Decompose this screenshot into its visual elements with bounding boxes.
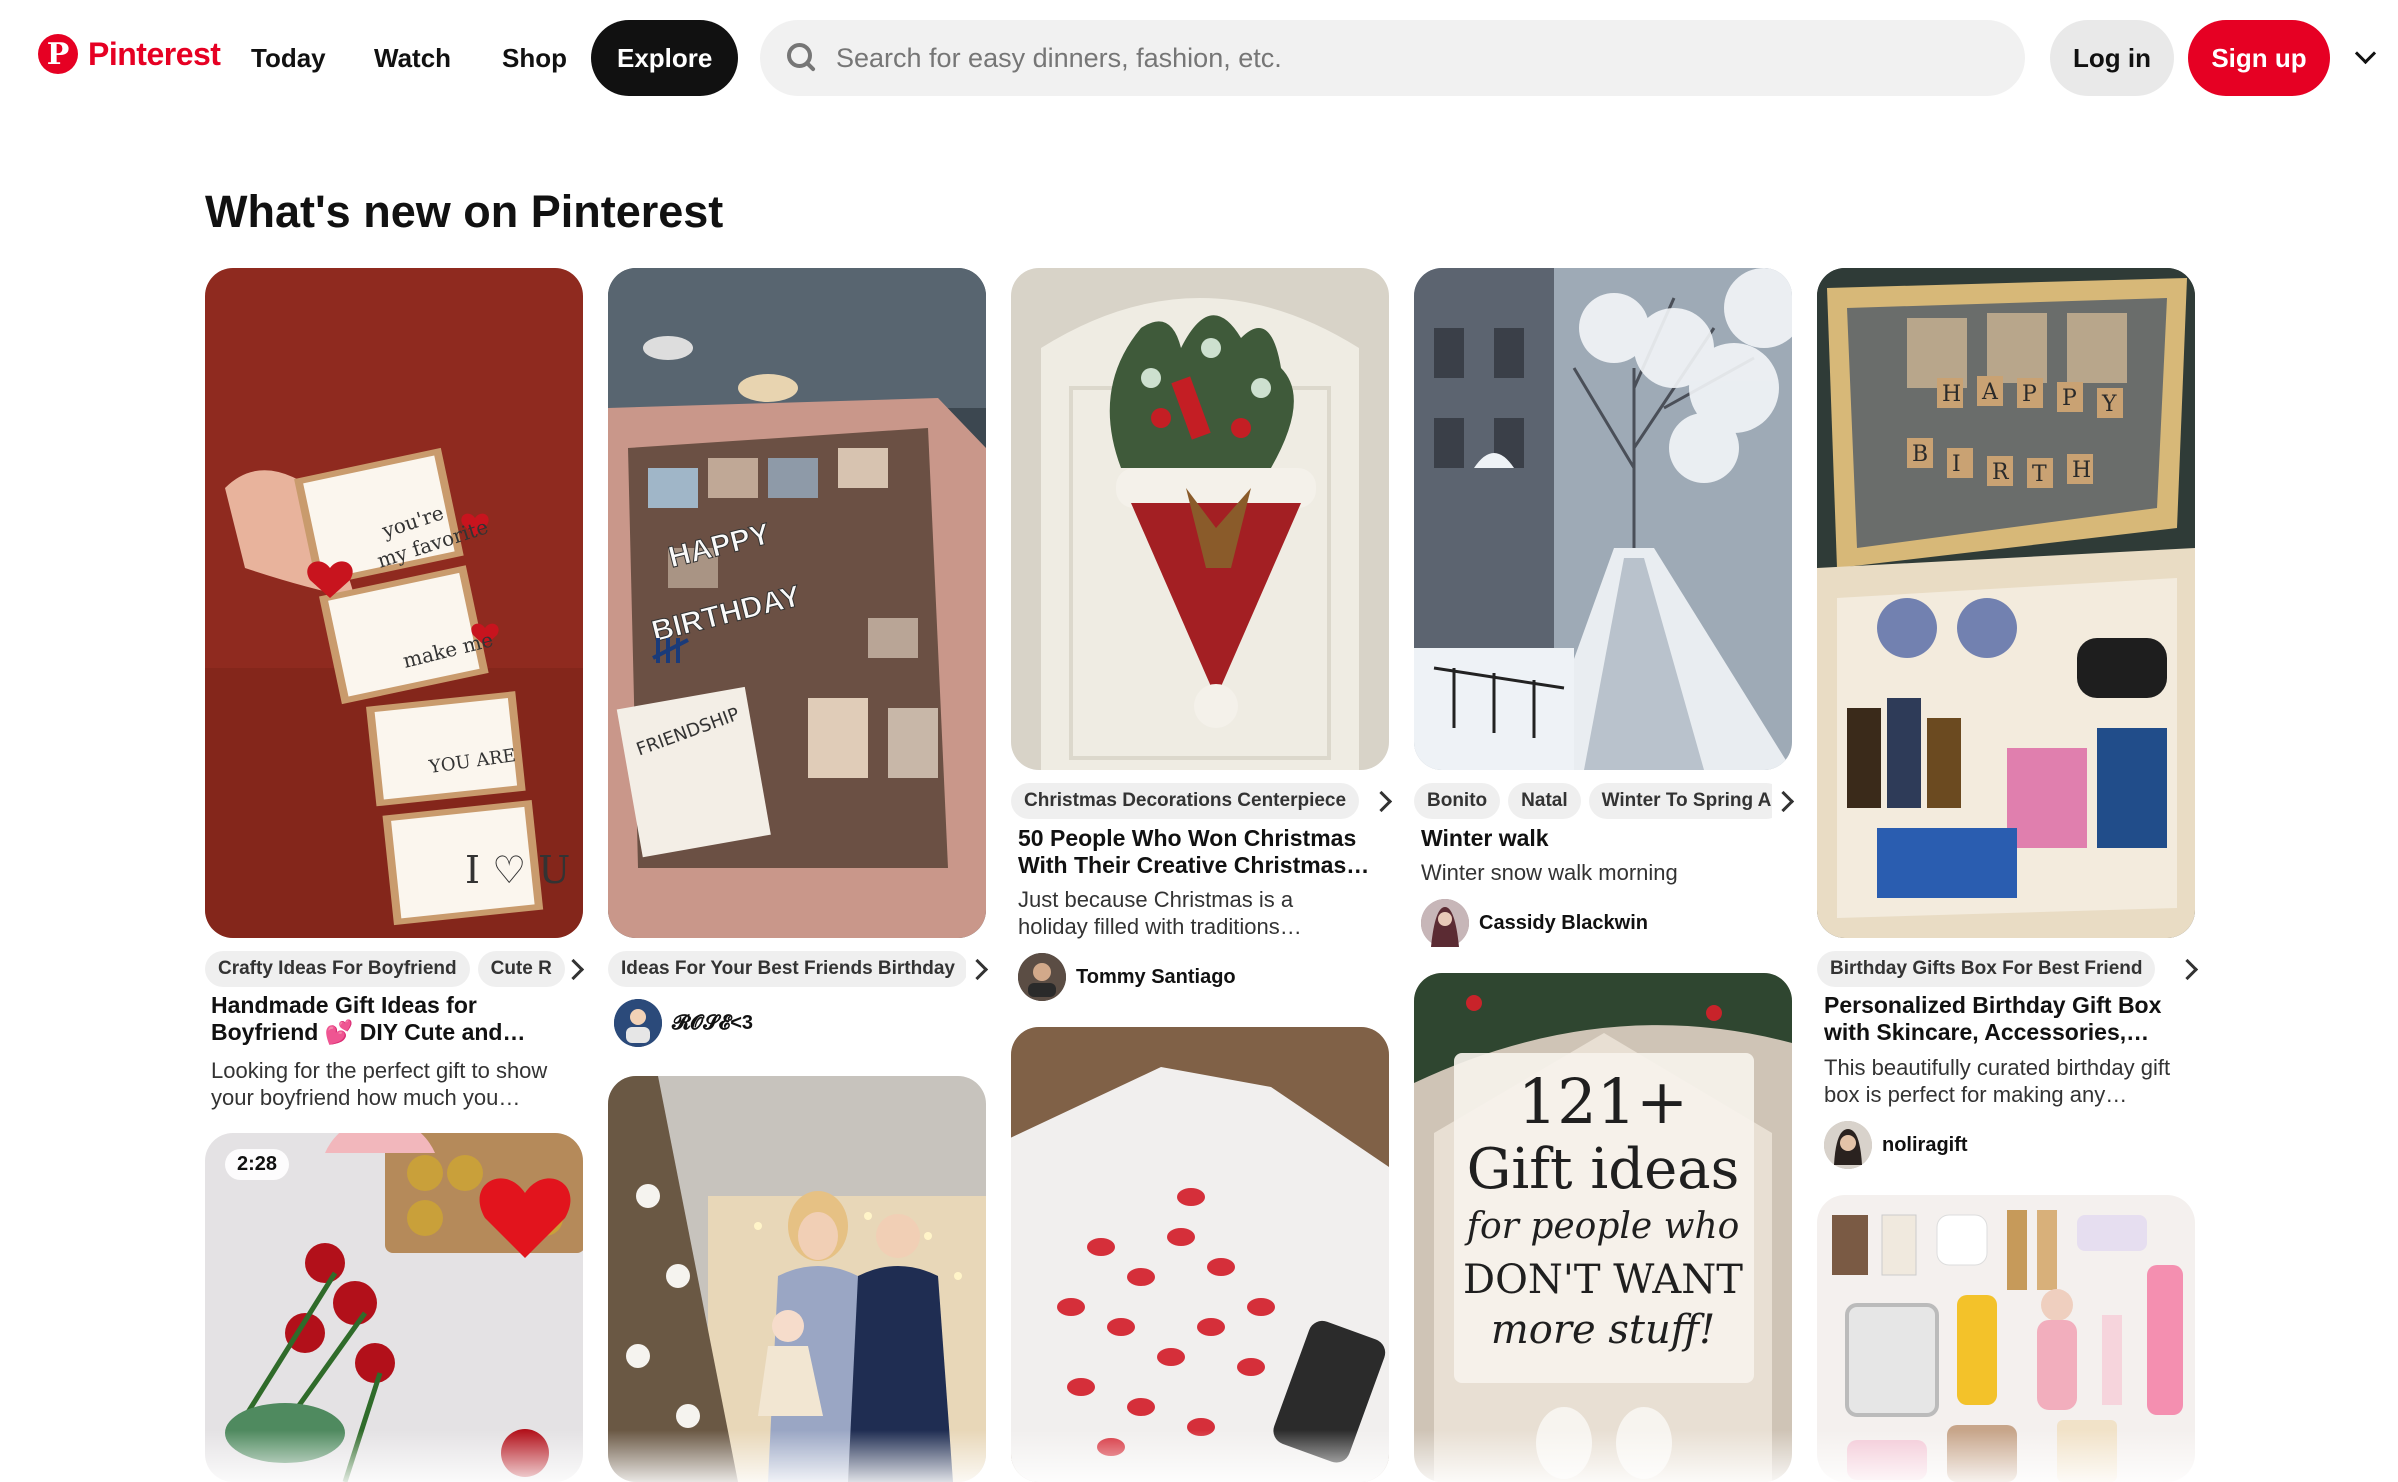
creator-name: Tommy Santiago [1076,965,1236,988]
pin-image[interactable]: HAPPY BIRTHDAY FRIENDSHIP [608,268,986,938]
nav-shop[interactable]: Shop [476,20,593,96]
tag-chip[interactable]: Birthday Gifts Box For Best Friend [1817,951,2156,987]
pin-photo-gift-ideas-graphic: 121+ Gift ideas for people who DON'T WAN… [1414,973,1792,1482]
nav-watch[interactable]: Watch [348,20,477,96]
pin-title[interactable]: Personalized Birthday Gift Box with Skin… [1824,992,2194,1046]
chevron-right-icon[interactable] [1372,783,1392,819]
pin-photo-birthday-box: HAPPY BIRTHDAY FRIENDSHIP [608,268,986,938]
pin-photo-love-note: you're my favorite make me YOU ARE I ♡ U [205,268,583,938]
pin-creator[interactable]: Tommy Santiago [1018,953,1236,1001]
tag-chip[interactable]: Natal [1508,783,1581,819]
nav-today[interactable]: Today [225,20,352,96]
svg-text:Y: Y [2101,392,2117,417]
chevron-right-icon[interactable] [2178,951,2198,987]
pin-image[interactable]: you're my favorite make me YOU ARE I ♡ U [205,268,583,938]
chevron-right-icon[interactable] [968,951,988,987]
overlay-text: more stuff! [1491,1307,1715,1353]
chevron-right-icon[interactable] [1774,783,1794,819]
overlay-text: Gift ideas [1467,1137,1740,1202]
svg-text:P: P [2062,386,2077,411]
nav-explore[interactable]: Explore [591,20,739,96]
pinterest-logo-icon: P [38,34,78,74]
page-title: What's new on Pinterest [205,186,724,237]
logo-text: Pinterest [88,35,221,72]
pin-description: Just because Christmas is a holiday fill… [1018,887,1302,939]
avatar [1018,953,1066,1001]
overlay-text: 121+ [1518,1065,1688,1138]
pin-tags: Christmas Decorations Centerpiece [1011,783,1369,819]
pin-description: Looking for the perfect gift to show you… [211,1058,548,1110]
pin-title[interactable]: Handmade Gift Ideas for Boyfriend 💕 DIY … [211,992,581,1046]
pin-title[interactable]: 50 People Who Won Christmas With Their C… [1018,825,1388,879]
pin-image[interactable]: H A P P Y B I R T H [1817,268,2195,938]
bottom-fade [0,1430,2398,1482]
pin-description: This beautifully curated birthday gift b… [1824,1055,2171,1107]
svg-text:I: I [1952,452,1961,477]
avatar [1421,899,1469,947]
tag-chip[interactable]: Crafty Ideas For Boyfriend [205,951,470,987]
avatar [1824,1121,1872,1169]
creator-name: Cassidy Blackwin [1479,911,1648,934]
svg-text:H: H [1942,382,1961,407]
chevron-down-icon[interactable] [2352,44,2378,70]
svg-text:P: P [2022,382,2037,407]
svg-text:R: R [1992,460,2010,485]
creator-name: 𝓡𝓞𝓢𝓔<3 [672,1011,754,1034]
avatar [614,999,662,1047]
top-nav-bar: P Pinterest Today Watch Shop Explore Log… [0,0,2398,116]
tag-chip[interactable]: Winter To Spring A [1588,783,1772,819]
pin-photo-family [608,1076,986,1482]
pinterest-logo[interactable]: P Pinterest [38,34,221,74]
svg-text:T: T [2032,462,2047,487]
pin-image[interactable] [1011,268,1389,770]
pin-tags: Bonito Natal Winter To Spring A [1414,783,1772,819]
pin-photo-snowy-street [1414,268,1792,770]
pin-image[interactable]: 121+ Gift ideas for people who DON'T WAN… [1414,973,1792,1482]
tag-chip[interactable]: Ideas For Your Best Friends Birthday [608,951,966,987]
tag-chip[interactable]: Bonito [1414,783,1501,819]
pin-tags: Ideas For Your Best Friends Birthday [608,951,966,987]
pin-image[interactable] [1414,268,1792,770]
svg-text:H: H [2072,458,2091,483]
tag-chip[interactable]: Cute R [477,951,565,987]
pin-description: Winter snow walk morning [1421,860,1678,885]
search-bar[interactable] [760,20,2025,96]
svg-text:B: B [1912,442,1928,467]
pin-tags: Crafty Ideas For Boyfriend Cute R [205,951,583,987]
pin-image[interactable] [608,1076,986,1482]
signup-button[interactable]: Sign up [2188,20,2330,96]
tag-chip[interactable]: Christmas Decorations Centerpiece [1011,783,1360,819]
overlay-text: for people who [1464,1206,1740,1247]
pin-creator[interactable]: 𝓡𝓞𝓢𝓔<3 [614,999,753,1047]
svg-text:I ♡ U: I ♡ U [465,848,570,892]
pin-image[interactable] [1011,1027,1389,1482]
chevron-right-icon[interactable] [564,951,584,987]
pin-creator[interactable]: Cassidy Blackwin [1421,899,1648,947]
login-button[interactable]: Log in [2050,20,2174,96]
video-duration-badge: 2:28 [225,1149,290,1180]
search-icon [784,40,820,76]
pin-title[interactable]: Winter walk [1421,825,1791,852]
pin-creator[interactable]: noliragift [1824,1121,1968,1169]
creator-name: noliragift [1882,1133,1968,1156]
overlay-text: DON'T WANT [1463,1257,1743,1303]
pin-tags: Birthday Gifts Box For Best Friend [1817,951,2175,987]
pin-photo-birthday-gift-box: H A P P Y B I R T H [1817,268,2195,938]
search-input[interactable] [834,41,2025,75]
svg-text:A: A [1981,380,1999,405]
pin-photo-kiss-shirt [1011,1027,1389,1482]
pin-photo-santa-hat-wreath [1011,268,1389,770]
